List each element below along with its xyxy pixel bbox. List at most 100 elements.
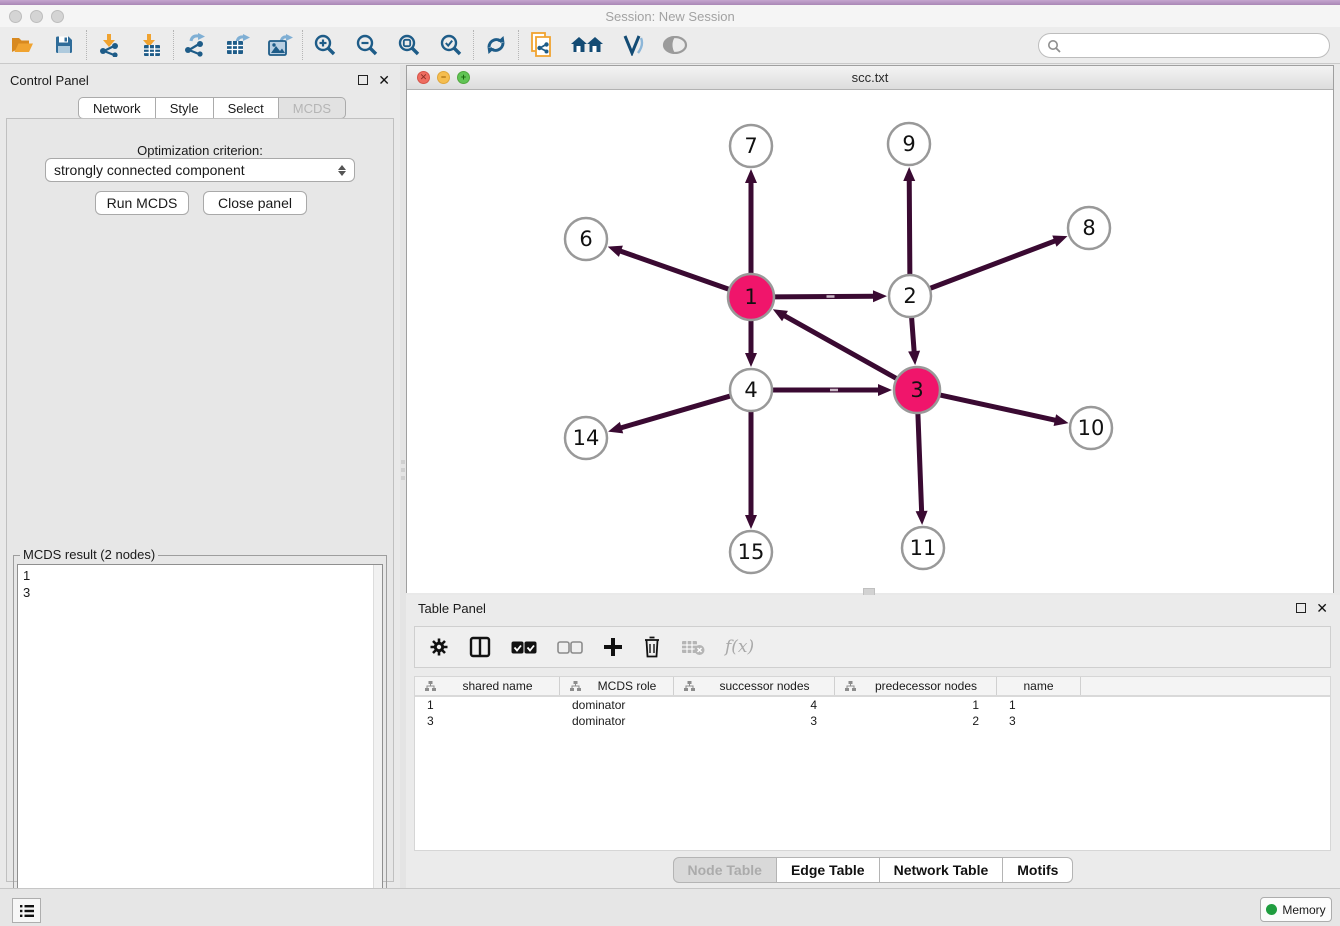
- edge-4-14[interactable]: [620, 396, 732, 429]
- column-label: predecessor nodes: [856, 679, 996, 693]
- column-header-successor-nodes[interactable]: successor nodes: [674, 677, 835, 695]
- edge-arrowhead: [916, 511, 928, 525]
- tab-select[interactable]: Select: [214, 97, 279, 119]
- svg-text:15: 15: [738, 540, 765, 564]
- graph-node-9[interactable]: 9: [888, 123, 930, 165]
- edge-3-1[interactable]: [783, 315, 898, 379]
- graph-node-14[interactable]: 14: [565, 417, 607, 459]
- svg-text:10: 10: [1078, 416, 1105, 440]
- node-table[interactable]: shared nameMCDS rolesuccessor nodes prede…: [414, 676, 1331, 851]
- edge-2-3[interactable]: [911, 316, 914, 353]
- zoom-fit-icon[interactable]: [395, 31, 423, 59]
- edge-3-11[interactable]: [918, 412, 922, 513]
- table-cell[interactable]: dominator: [560, 697, 674, 713]
- column-header-MCDS-role[interactable]: MCDS role: [560, 677, 674, 695]
- network-window-titlebar[interactable]: ✕ − + scc.txt: [407, 66, 1333, 90]
- graph-node-15[interactable]: 15: [730, 531, 772, 573]
- home-icon[interactable]: [569, 31, 605, 59]
- import-network-icon[interactable]: [95, 31, 123, 59]
- float-panel-icon[interactable]: [358, 75, 368, 85]
- graph-node-10[interactable]: 10: [1070, 407, 1112, 449]
- table-cell[interactable]: 1: [835, 697, 997, 713]
- table-cell[interactable]: 4: [674, 697, 835, 713]
- run-mcds-button[interactable]: Run MCDS: [95, 191, 189, 215]
- tab-node-table[interactable]: Node Table: [673, 857, 777, 883]
- svg-text:4: 4: [744, 378, 757, 402]
- delete-column-icon[interactable]: [643, 634, 661, 660]
- export-network-icon[interactable]: [182, 31, 210, 59]
- column-header-name[interactable]: name: [997, 677, 1081, 695]
- search-input[interactable]: [1061, 36, 1329, 56]
- import-table-icon[interactable]: [137, 31, 165, 59]
- tab-edge-table[interactable]: Edge Table: [777, 857, 880, 883]
- edge-3-10[interactable]: [938, 395, 1056, 421]
- select-all-icon[interactable]: [511, 634, 537, 660]
- tab-motifs[interactable]: Motifs: [1003, 857, 1073, 883]
- criterion-dropdown[interactable]: strongly connected component: [45, 158, 355, 182]
- table-cell[interactable]: 3: [674, 713, 835, 729]
- add-column-icon[interactable]: [603, 634, 623, 660]
- graph-node-8[interactable]: 8: [1068, 207, 1110, 249]
- table-cell[interactable]: 3: [997, 713, 1081, 729]
- search-box[interactable]: [1038, 33, 1330, 58]
- zoom-in-icon[interactable]: [311, 31, 339, 59]
- graph-node-3[interactable]: 3: [894, 367, 940, 413]
- edge-arrowhead: [608, 246, 623, 257]
- column-selector-icon[interactable]: [469, 634, 491, 660]
- divider-grip[interactable]: [401, 460, 405, 482]
- edge-1-6[interactable]: [619, 251, 730, 290]
- memory-button[interactable]: Memory: [1260, 897, 1332, 922]
- zoom-out-icon[interactable]: [353, 31, 381, 59]
- task-history-button[interactable]: [12, 898, 41, 923]
- graph-node-2[interactable]: 2: [889, 275, 931, 317]
- export-image-icon[interactable]: [266, 31, 294, 59]
- mcds-result-title: MCDS result (2 nodes): [20, 547, 158, 562]
- edge-2-9[interactable]: [909, 179, 910, 276]
- graph-node-7[interactable]: 7: [730, 125, 772, 167]
- column-type-icon: [425, 681, 436, 692]
- edge-arrowhead: [1052, 236, 1067, 247]
- table-options-icon[interactable]: [429, 634, 449, 660]
- tab-style[interactable]: Style: [156, 97, 214, 119]
- table-body: 1dominator4113dominator323: [415, 697, 1330, 729]
- table-cell[interactable]: 3: [415, 713, 560, 729]
- float-table-panel-icon[interactable]: [1296, 603, 1306, 613]
- graph-node-4[interactable]: 4: [730, 369, 772, 411]
- svg-text:9: 9: [902, 132, 915, 156]
- edge-1-2[interactable]: [773, 296, 875, 297]
- deselect-all-icon[interactable]: [557, 634, 583, 660]
- graph-node-1[interactable]: 1: [728, 274, 774, 320]
- table-cell[interactable]: 1: [415, 697, 560, 713]
- column-header-shared-name[interactable]: shared name: [415, 677, 560, 695]
- table-panel: Table Panel ✕: [406, 595, 1340, 888]
- save-session-icon[interactable]: [50, 31, 78, 59]
- apply-layout-icon[interactable]: [482, 31, 510, 59]
- export-table-icon[interactable]: [224, 31, 252, 59]
- network-canvas[interactable]: 7 9 6 8 1 2 4 3 14 10 15 11: [407, 90, 1333, 593]
- table-row[interactable]: 3dominator323: [415, 713, 1330, 729]
- edge-arrowhead: [878, 384, 892, 396]
- table-cell[interactable]: dominator: [560, 713, 674, 729]
- show-graphics-icon[interactable]: [661, 31, 689, 59]
- open-session-icon[interactable]: [8, 31, 36, 59]
- edge-2-8[interactable]: [929, 240, 1057, 288]
- graph-node-11[interactable]: 11: [902, 527, 944, 569]
- tab-network-table[interactable]: Network Table: [880, 857, 1004, 883]
- close-table-panel-icon[interactable]: ✕: [1316, 603, 1328, 613]
- table-cell[interactable]: 1: [997, 697, 1081, 713]
- control-panel: Control Panel ✕ Network Style Select MCD…: [0, 65, 400, 888]
- table-cell[interactable]: 2: [835, 713, 997, 729]
- table-row[interactable]: 1dominator411: [415, 697, 1330, 713]
- close-panel-button[interactable]: Close panel: [203, 191, 307, 215]
- table-panel-title: Table Panel: [418, 601, 486, 616]
- column-header-predecessor-nodes[interactable]: predecessor nodes: [835, 677, 997, 695]
- graph-node-6[interactable]: 6: [565, 218, 607, 260]
- network-graph[interactable]: 7 9 6 8 1 2 4 3 14 10 15 11: [407, 90, 1333, 593]
- hide-panel-icon[interactable]: [619, 31, 647, 59]
- tab-mcds[interactable]: MCDS: [279, 97, 346, 119]
- close-panel-icon[interactable]: ✕: [378, 75, 390, 85]
- zoom-selected-icon[interactable]: [437, 31, 465, 59]
- result-scrollbar[interactable]: [373, 565, 382, 925]
- tab-network[interactable]: Network: [78, 97, 156, 119]
- clone-network-icon[interactable]: [527, 31, 555, 59]
